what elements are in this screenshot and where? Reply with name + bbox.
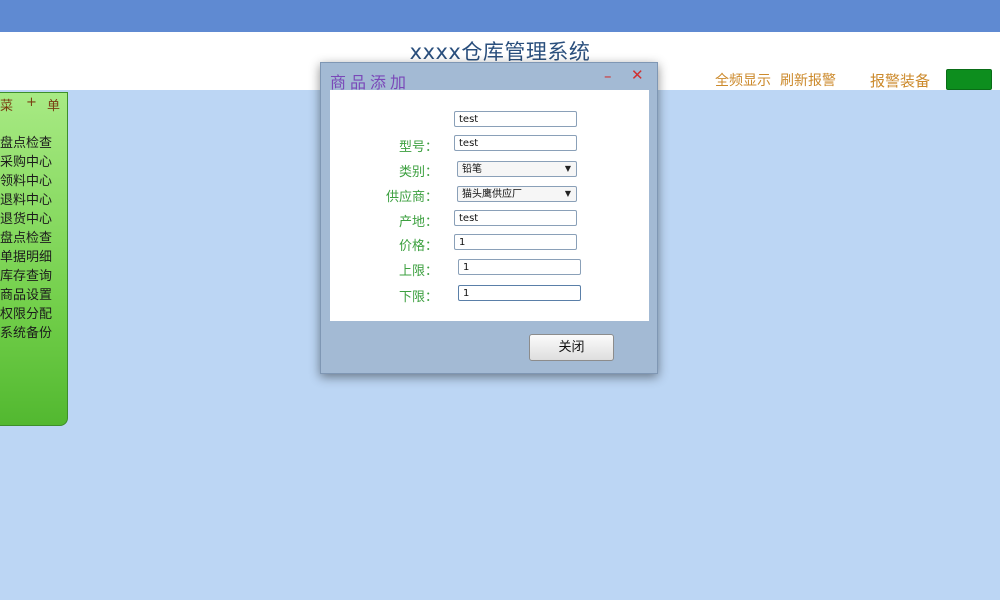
sidebar-item-product-settings[interactable]: 商品设置	[0, 286, 68, 305]
chevron-down-icon: ▼	[564, 189, 571, 198]
model-label: 型号：	[398, 140, 438, 155]
sidebar-item-stock-query[interactable]: 库存查询	[0, 267, 68, 286]
model-field[interactable]: test	[454, 135, 577, 151]
refresh-alarm-link[interactable]: 刷新报警	[780, 70, 836, 90]
sidebar-item-document-details[interactable]: 单据明细	[0, 248, 68, 267]
show-all-link[interactable]: 全频显示	[715, 70, 771, 90]
price-field[interactable]: 1	[454, 234, 577, 250]
status-button[interactable]	[946, 69, 992, 90]
sidebar-item-inventory-check[interactable]: 盘点检查	[0, 134, 68, 153]
close-icon[interactable]: ✕	[631, 66, 644, 84]
origin-label: 产地：	[398, 215, 438, 230]
supplier-label: 供应商：	[385, 190, 438, 205]
sidebar-item-permissions[interactable]: 权限分配	[0, 305, 68, 324]
alarm-equipment-link[interactable]: 报警装备	[870, 70, 930, 91]
sidebar-item-goods-return[interactable]: 退货中心	[0, 210, 68, 229]
sidebar-header-char-1: 菜	[0, 99, 14, 114]
sidebar-header-plus[interactable]: +	[26, 95, 37, 110]
sidebar-menu: 菜 + 单 盘点检查 采购中心 领料中心 退料中心 退货中心 盘点检查 单据明细…	[0, 92, 68, 426]
sidebar-header: 菜 + 单	[0, 95, 68, 115]
minimize-icon[interactable]: –	[604, 67, 612, 85]
sidebar-items: 盘点检查 采购中心 领料中心 退料中心 退货中心 盘点检查 单据明细 库存查询 …	[0, 134, 68, 343]
category-select-value: 铅笔	[462, 164, 482, 175]
chevron-down-icon: ▼	[564, 164, 571, 173]
sidebar-item-purchasing[interactable]: 采购中心	[0, 153, 68, 172]
upper-limit-label: 上限：	[398, 264, 438, 279]
category-select[interactable]: 铅笔 ▼	[457, 161, 577, 177]
top-bar	[0, 0, 1000, 32]
supplier-select-value: 猫头鹰供应厂	[462, 189, 522, 200]
close-button[interactable]: 关闭	[529, 334, 614, 361]
sidebar-item-system-backup[interactable]: 系统备份	[0, 324, 68, 343]
sidebar-item-inventory-check-2[interactable]: 盘点检查	[0, 229, 68, 248]
dialog-form: test 型号： test 类别： 铅笔 ▼ 供应商： 猫头鹰供应厂 ▼ 产地：…	[330, 90, 649, 321]
lower-limit-label: 下限：	[398, 290, 438, 305]
sidebar-item-requisition[interactable]: 领料中心	[0, 172, 68, 191]
add-product-dialog: 商品添加 – ✕ test 型号： test 类别： 铅笔 ▼ 供应商： 猫头鹰…	[320, 62, 658, 374]
sidebar-header-char-2: 单	[47, 99, 61, 114]
lower-limit-field[interactable]: 1	[458, 285, 581, 301]
name-field[interactable]: test	[454, 111, 577, 127]
upper-limit-field[interactable]: 1	[458, 259, 581, 275]
supplier-select[interactable]: 猫头鹰供应厂 ▼	[457, 186, 577, 202]
price-label: 价格：	[398, 239, 438, 254]
origin-field[interactable]: test	[454, 210, 577, 226]
category-label: 类别：	[398, 165, 438, 180]
sidebar-item-material-return[interactable]: 退料中心	[0, 191, 68, 210]
